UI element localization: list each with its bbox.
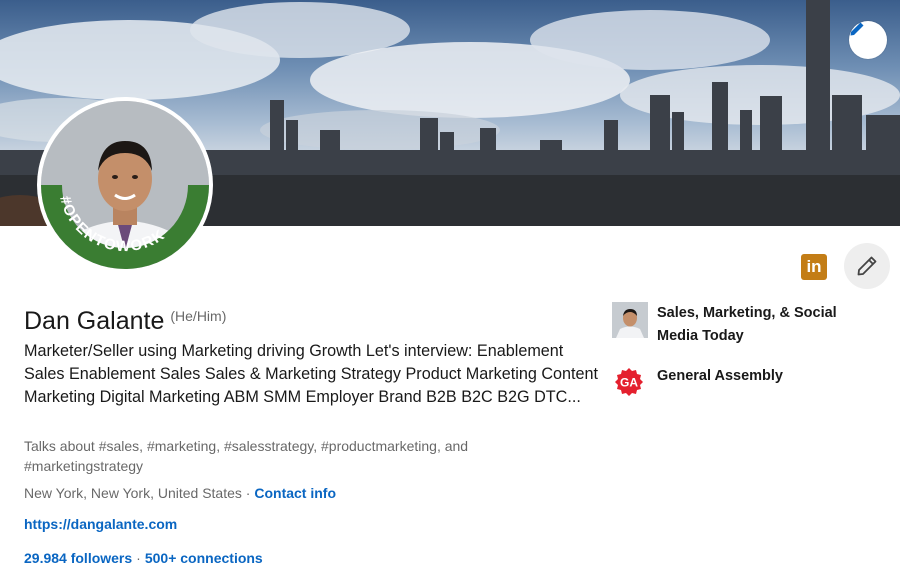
network-stats: 29.984 followers · 500+ connections (24, 548, 263, 568)
edit-banner-button[interactable] (849, 21, 887, 59)
location: New York, New York, United States (24, 485, 242, 501)
edit-profile-button[interactable] (844, 243, 890, 289)
experience-label: Sales, Marketing, & Social Media Today (657, 305, 837, 344)
pencil-icon (857, 256, 877, 276)
profile-name: Dan Galante (24, 307, 165, 335)
education-label: General Assembly (657, 368, 783, 384)
stats-separator: · (136, 550, 141, 566)
followers-link[interactable]: 29.984 followers (24, 550, 132, 566)
contact-info-link[interactable]: Contact info (254, 485, 336, 501)
company-logo (612, 302, 648, 338)
talks-about: Talks about #sales, #marketing, #salesst… (24, 438, 469, 474)
education-item-general-assembly[interactable]: GA General Assembly (612, 365, 867, 401)
location-separator: · (245, 485, 251, 501)
profile-photo-frame[interactable]: #OPENTOWORK (37, 97, 213, 273)
pencil-icon (850, 22, 864, 36)
general-assembly-logo-icon: GA (615, 368, 643, 396)
pronouns: (He/Him) (170, 308, 227, 324)
avatar: #OPENTOWORK (41, 101, 209, 269)
website-link[interactable]: https://dangalante.com (24, 514, 177, 534)
person-thumbnail-icon (612, 302, 648, 338)
school-logo: GA (612, 365, 648, 401)
location-row: New York, New York, United States · Cont… (24, 483, 336, 503)
profile-headline: Marketer/Seller using Marketing driving … (24, 342, 599, 406)
name-row: Dan Galante (He/Him) (24, 307, 226, 336)
linkedin-badge-icon[interactable]: in (801, 254, 827, 280)
profile-photo: #OPENTOWORK (41, 101, 209, 269)
svg-text:GA: GA (620, 376, 638, 390)
connections-link[interactable]: 500+ connections (145, 550, 263, 566)
experience-item-current-company[interactable]: Sales, Marketing, & Social Media Today (612, 302, 867, 348)
